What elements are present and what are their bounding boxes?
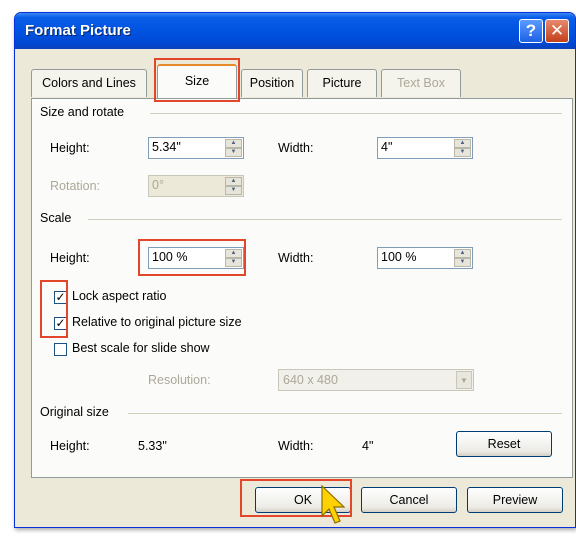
spinner-arrows[interactable]: ▲ ▼	[225, 177, 242, 195]
preview-button[interactable]: Preview	[467, 487, 563, 513]
size-height-value: 5.34"	[152, 140, 181, 154]
tab-colors-and-lines[interactable]: Colors and Lines	[31, 69, 147, 97]
original-size-group-label: Original size	[40, 405, 109, 419]
scale-height-highlight	[138, 239, 246, 276]
mouse-pointer-icon	[321, 484, 346, 524]
resolution-select[interactable]: 640 x 480 ▼	[278, 369, 474, 391]
best-scale-slideshow-checkbox[interactable]	[54, 343, 67, 356]
title-bar[interactable]: Format Picture ? ✕	[15, 13, 575, 49]
original-height-value: 5.33"	[138, 439, 167, 453]
spin-up-icon[interactable]: ▲	[454, 139, 471, 148]
original-height-label: Height:	[50, 439, 90, 453]
tab-position[interactable]: Position	[241, 69, 303, 97]
checkbox-highlight	[40, 280, 68, 338]
resolution-value: 640 x 480	[283, 373, 338, 387]
rotation-spinner[interactable]: 0° ▲ ▼	[148, 175, 244, 197]
rotate-width-label: Width:	[278, 141, 314, 155]
scale-width-label: Width:	[278, 251, 314, 265]
tab-text-box[interactable]: Text Box	[381, 69, 461, 97]
scale-width-value: 100 %	[381, 250, 417, 264]
scale-group-label: Scale	[40, 211, 72, 225]
format-picture-dialog: Format Picture ? ✕ Colors and Lines Size…	[14, 12, 576, 528]
spin-down-icon[interactable]: ▼	[225, 148, 242, 157]
size-tab-panel: Size and rotate Height: 5.34" ▲ ▼ Width: …	[31, 98, 573, 478]
spin-up-icon[interactable]: ▲	[225, 139, 242, 148]
original-width-label: Width:	[278, 439, 314, 453]
size-width-spinner[interactable]: 4" ▲ ▼	[377, 137, 473, 159]
group-divider	[128, 413, 562, 414]
size-width-value: 4"	[381, 140, 393, 154]
spin-down-icon[interactable]: ▼	[454, 148, 471, 157]
group-divider	[88, 219, 562, 220]
group-divider	[150, 113, 562, 114]
rotate-height-label: Height:	[50, 141, 90, 155]
spinner-arrows[interactable]: ▲ ▼	[454, 139, 471, 157]
spinner-arrows[interactable]: ▲ ▼	[454, 249, 471, 267]
resolution-label: Resolution:	[148, 373, 211, 387]
best-scale-slideshow-label[interactable]: Best scale for slide show	[72, 341, 210, 355]
spin-up-icon[interactable]: ▲	[225, 177, 242, 186]
relative-original-size-label[interactable]: Relative to original picture size	[72, 315, 242, 329]
size-height-spinner[interactable]: 5.34" ▲ ▼	[148, 137, 244, 159]
spin-down-icon[interactable]: ▼	[225, 186, 242, 195]
rotation-label: Rotation:	[50, 179, 101, 193]
size-and-rotate-group-label: Size and rotate	[40, 105, 125, 119]
original-width-value: 4"	[362, 439, 374, 453]
scale-width-spinner[interactable]: 100 % ▲ ▼	[377, 247, 473, 269]
chevron-down-icon[interactable]: ▼	[456, 371, 472, 389]
dialog-title: Format Picture	[25, 22, 131, 39]
help-button[interactable]: ?	[519, 19, 543, 43]
spin-down-icon[interactable]: ▼	[454, 258, 471, 267]
spinner-arrows[interactable]: ▲ ▼	[225, 139, 242, 157]
lock-aspect-ratio-label[interactable]: Lock aspect ratio	[72, 289, 167, 303]
cancel-button[interactable]: Cancel	[361, 487, 457, 513]
spin-up-icon[interactable]: ▲	[454, 249, 471, 258]
scale-height-label: Height:	[50, 251, 90, 265]
reset-button[interactable]: Reset	[456, 431, 552, 457]
size-tab-highlight	[154, 58, 240, 102]
rotation-value: 0°	[152, 178, 164, 192]
tab-picture[interactable]: Picture	[307, 69, 377, 97]
close-button[interactable]: ✕	[545, 19, 569, 43]
